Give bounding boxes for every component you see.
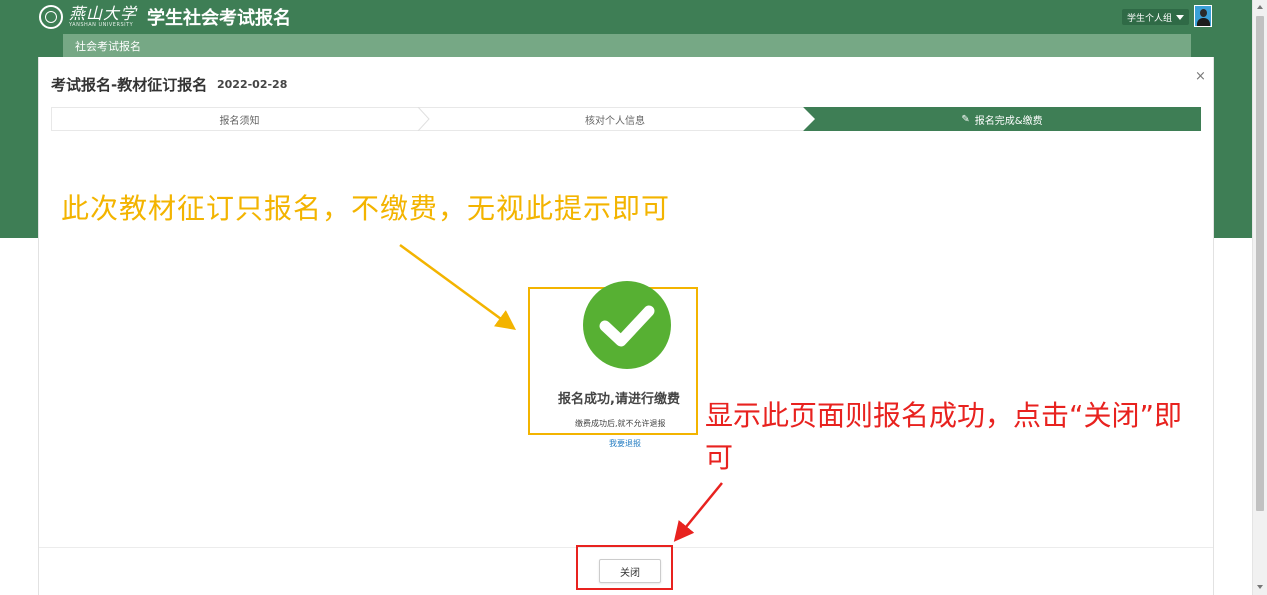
page: 燕山大学 YANSHAN UNIVERSITY 学生社会考试报名 学生个人组 社… (0, 0, 1267, 595)
scroll-up-icon[interactable] (1257, 5, 1263, 9)
scroll-thumb[interactable] (1256, 16, 1264, 511)
yellow-arrow-icon (399, 243, 517, 330)
vertical-scrollbar[interactable] (1252, 0, 1267, 595)
red-arrow-icon (673, 482, 723, 542)
scroll-down-icon[interactable] (1257, 585, 1263, 589)
annotation-arrows (399, 243, 723, 542)
